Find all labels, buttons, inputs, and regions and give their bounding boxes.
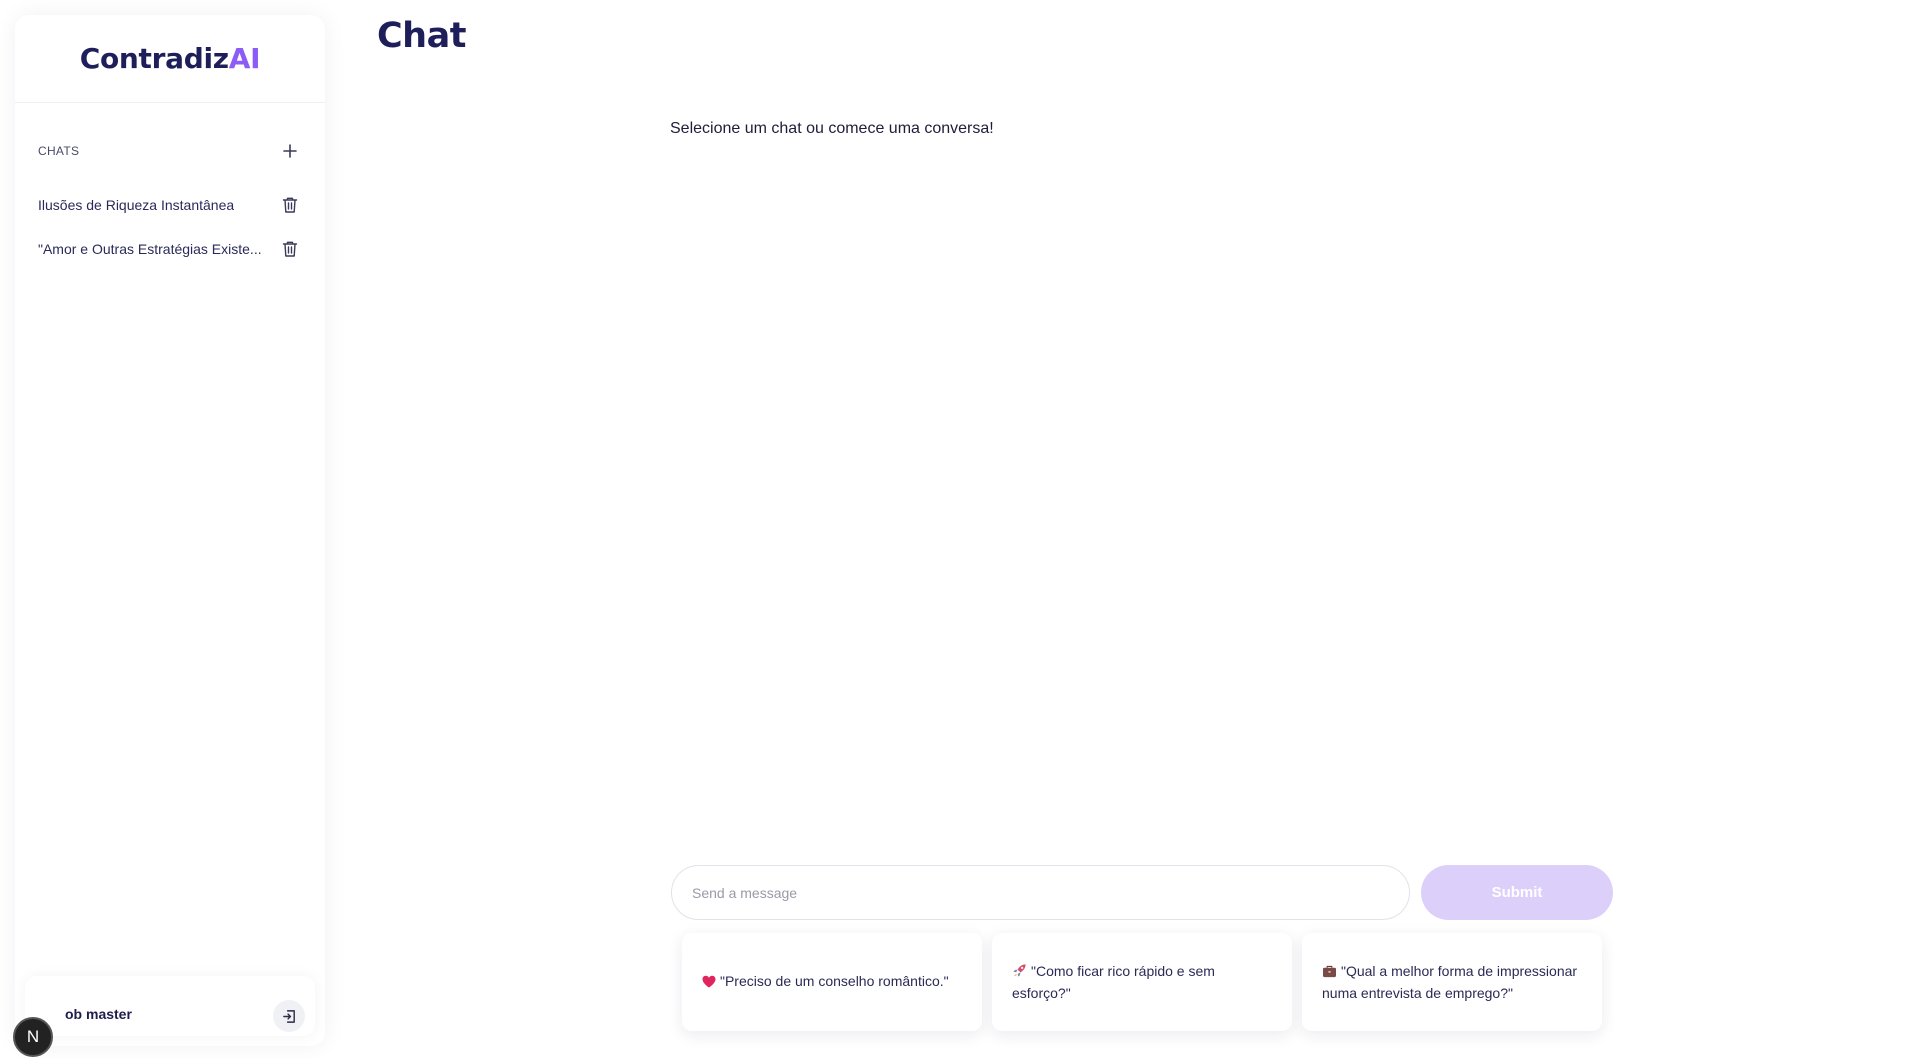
suggestion-text: "Preciso de um conselho romântico." <box>720 973 949 989</box>
chat-item-label[interactable]: Ilusões de Riqueza Instantânea <box>38 197 234 213</box>
suggestions: "Preciso de um conselho romântico." "Com… <box>682 933 1602 1031</box>
suggestion-text: "Como ficar rico rápido e sem esforço?" <box>1012 963 1215 1001</box>
chat-list-item[interactable]: Ilusões de Riqueza Instantânea <box>38 183 301 227</box>
heart-icon <box>702 973 716 993</box>
chat-list-item[interactable]: "Amor e Outras Estratégias Existe... <box>38 227 301 271</box>
chats-header: CHATS <box>38 140 301 162</box>
chat-list: Ilusões de Riqueza Instantânea "Amor e O… <box>38 183 301 271</box>
trash-icon[interactable] <box>279 194 301 216</box>
empty-state-message: Selecione um chat ou comece uma conversa… <box>670 120 994 137</box>
suggestion-card[interactable]: "Preciso de um conselho romântico." <box>682 933 982 1031</box>
suggestion-card[interactable]: "Como ficar rico rápido e sem esforço?" <box>992 933 1292 1031</box>
chat-item-label[interactable]: "Amor e Outras Estratégias Existe... <box>38 241 262 257</box>
submit-button[interactable]: Submit <box>1421 865 1613 920</box>
logout-icon[interactable] <box>273 1000 305 1032</box>
avatar[interactable]: N <box>13 1017 53 1057</box>
plus-icon[interactable] <box>279 140 301 162</box>
sidebar: Contradiz AI CHATS Ilusões de Riqueza Ins… <box>13 15 325 1057</box>
trash-icon[interactable] <box>279 238 301 260</box>
message-input[interactable] <box>671 865 1410 920</box>
rocket-icon <box>1012 963 1027 983</box>
composer: Submit <box>671 865 1613 920</box>
suggestion-text: "Qual a melhor forma de impressionar num… <box>1322 963 1578 1001</box>
user-bar: ob master <box>25 976 315 1036</box>
user-name: ob master <box>65 1006 132 1022</box>
suggestion-card[interactable]: "Qual a melhor forma de impressionar num… <box>1302 933 1602 1031</box>
brand-name-accent: AI <box>228 42 261 75</box>
chats-title: CHATS <box>38 144 80 158</box>
brand-name-main: Contradiz <box>79 42 229 75</box>
avatar-letter: N <box>26 1027 40 1046</box>
briefcase-icon <box>1322 963 1337 983</box>
page-title: Chat <box>377 16 466 56</box>
brand-logo[interactable]: Contradiz AI <box>15 15 325 103</box>
